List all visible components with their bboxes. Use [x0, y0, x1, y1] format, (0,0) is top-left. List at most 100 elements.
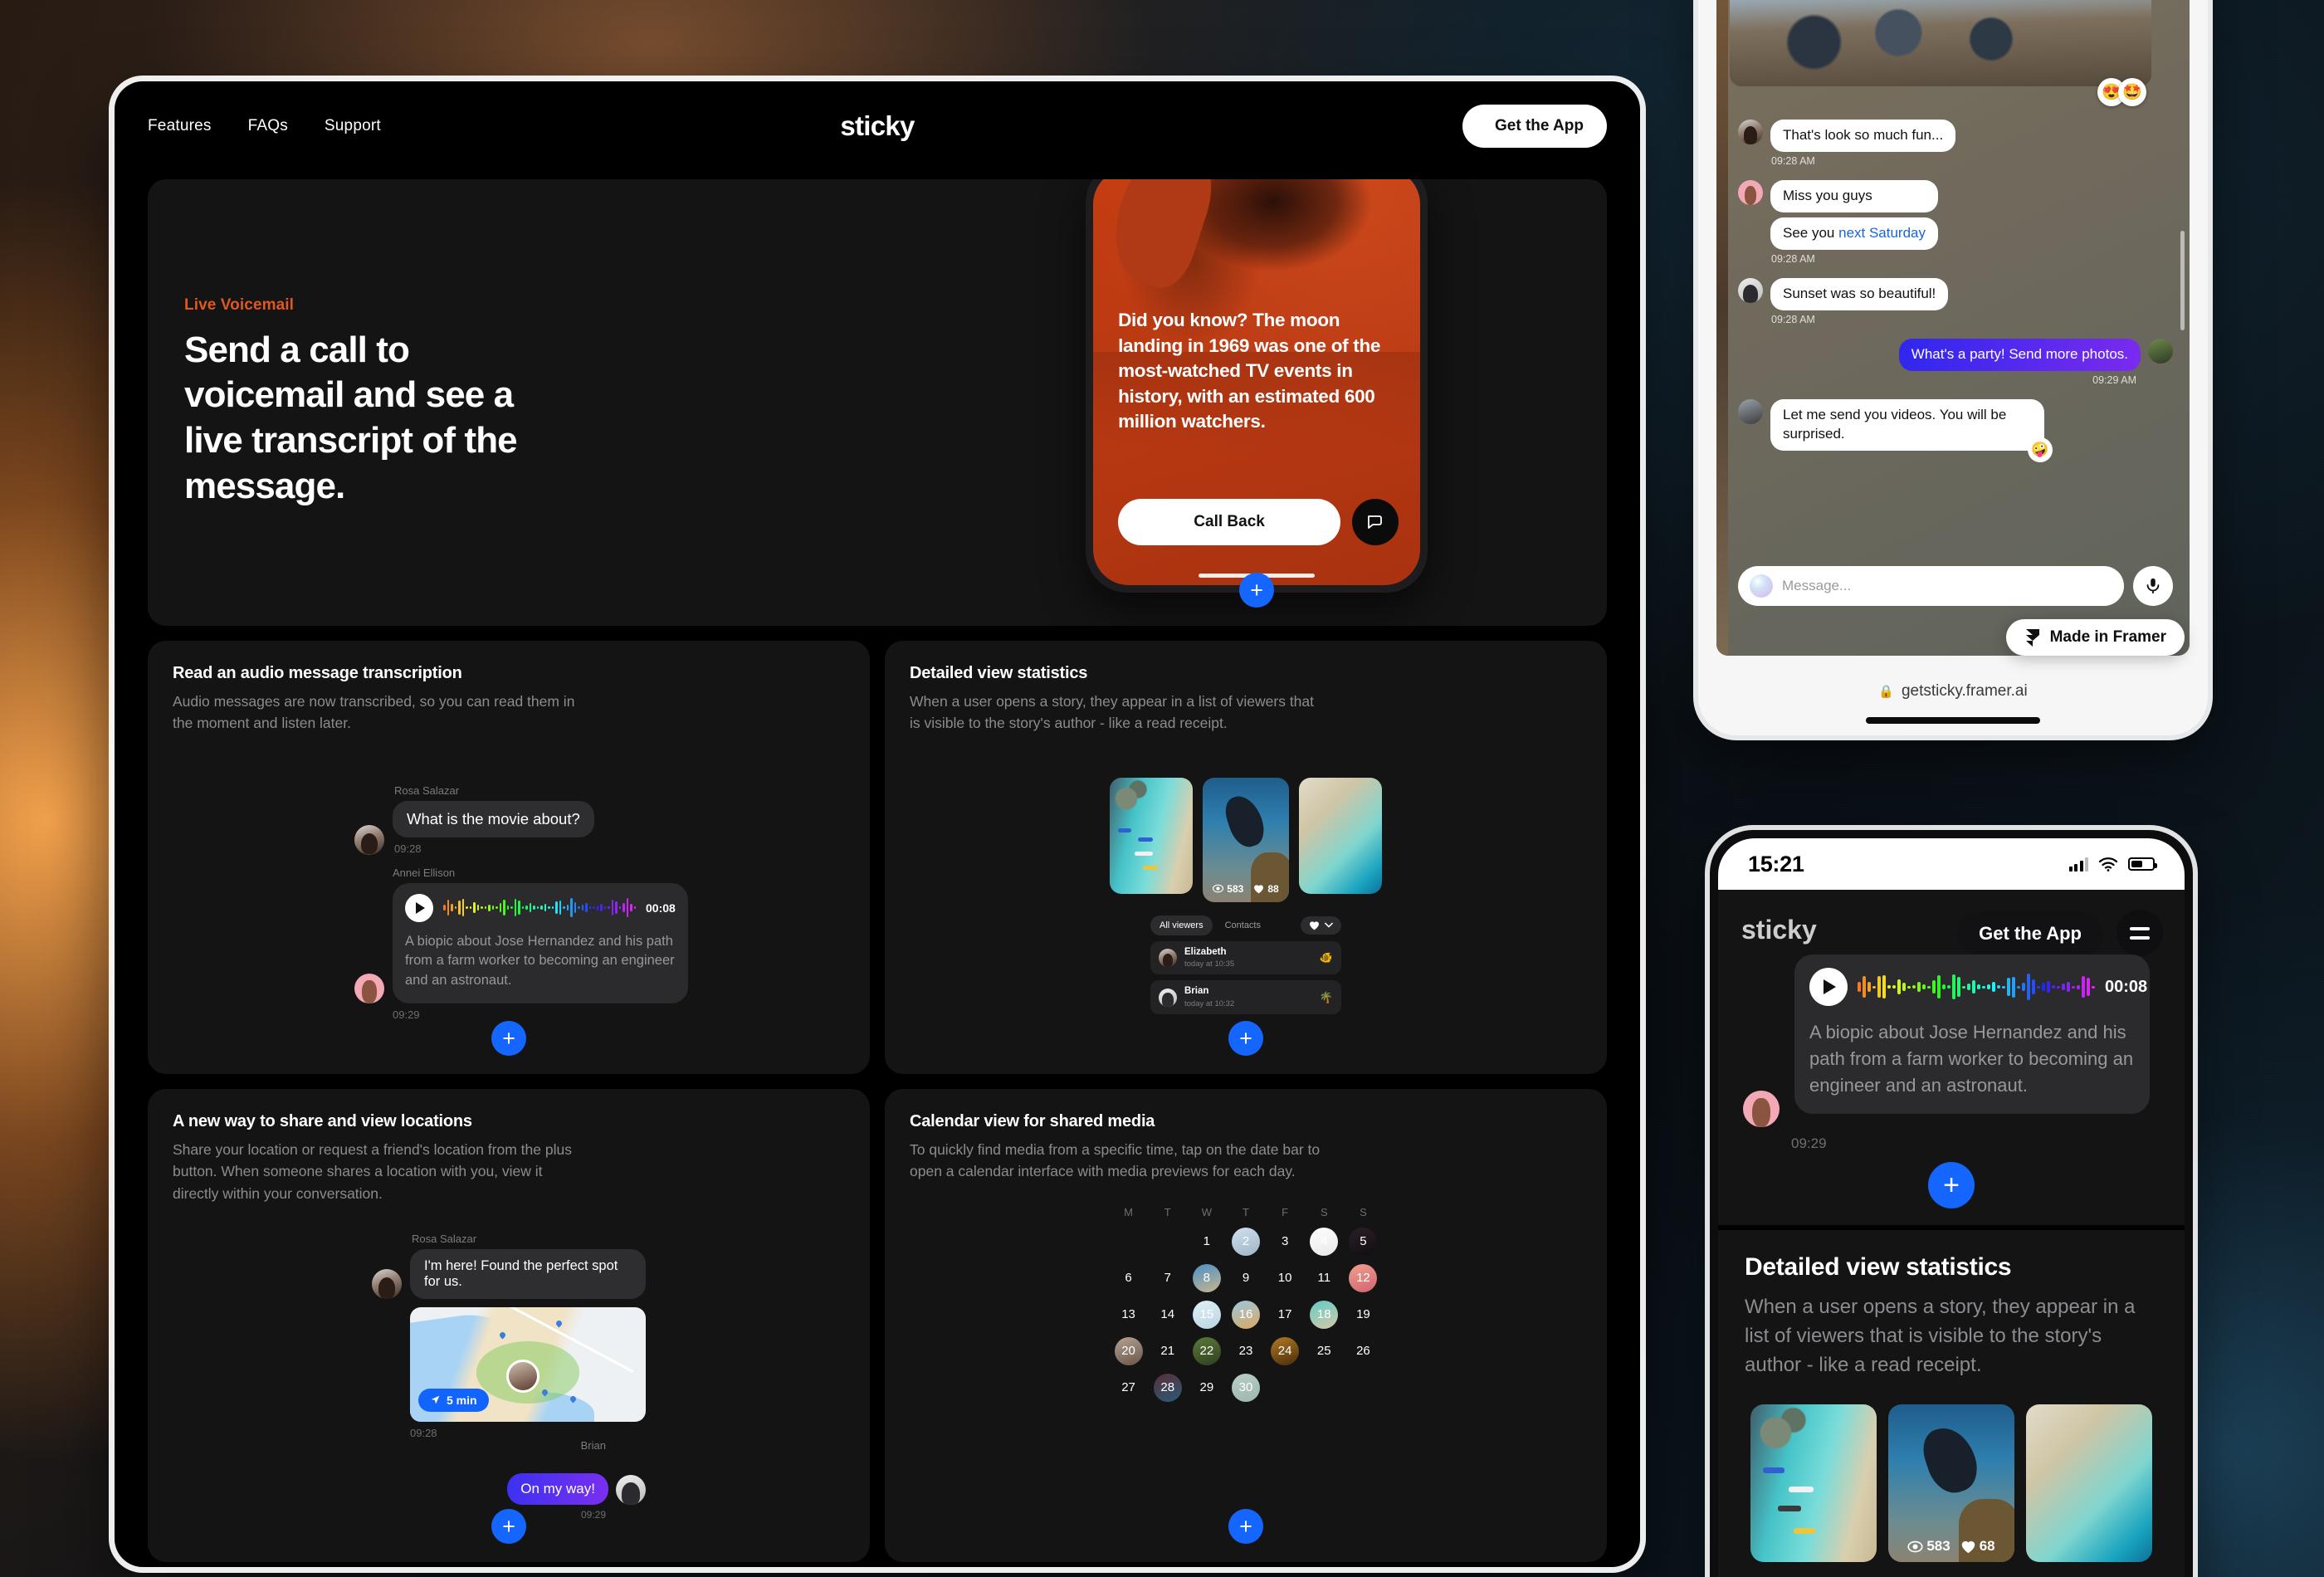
browser-url-bar[interactable]: 🔒 getsticky.framer.ai	[1698, 682, 2208, 701]
calendar-day-cell[interactable]: 2	[1226, 1226, 1265, 1257]
calendar-day-cell[interactable]: 12	[1344, 1262, 1383, 1294]
calendar-day-cell[interactable]: 20	[1109, 1335, 1148, 1367]
nav-link-faqs[interactable]: FAQs	[248, 117, 288, 135]
shared-location-map[interactable]: 5 min	[410, 1306, 646, 1422]
play-button[interactable]	[405, 893, 433, 922]
diver-figure	[1916, 1421, 1984, 1499]
calendar-day-cell[interactable]: 29	[1187, 1372, 1226, 1404]
audio-waveform[interactable]	[1858, 972, 2095, 1002]
calendar-day-number: 24	[1277, 1344, 1292, 1358]
scrollbar[interactable]	[2180, 231, 2185, 330]
calendar-day-number: 20	[1121, 1344, 1135, 1358]
get-the-app-label: Get the App	[1495, 117, 1584, 134]
calendar-day-cell[interactable]: 1	[1187, 1226, 1226, 1257]
calendar-day-cell[interactable]: 9	[1226, 1262, 1265, 1294]
calendar-day-cell[interactable]: 17	[1266, 1299, 1305, 1330]
audio-waveform[interactable]	[443, 897, 636, 919]
hero-eyebrow: Live Voicemail	[184, 295, 294, 314]
calendar-day-number: 25	[1316, 1344, 1331, 1358]
calendar-day-cell[interactable]: 22	[1187, 1335, 1226, 1367]
viewer-reaction-emoji: 🌴	[1319, 990, 1333, 1003]
calendar-day-cell[interactable]: 30	[1226, 1372, 1265, 1404]
shared-photo[interactable]	[1730, 0, 2151, 86]
calendar-day-number: 15	[1199, 1307, 1214, 1321]
reaction-filter-button[interactable]	[1301, 915, 1341, 935]
nav-link-support[interactable]: Support	[325, 117, 381, 135]
calendar-day-cell[interactable]: 6	[1109, 1262, 1148, 1294]
calendar-day-cell[interactable]: 23	[1226, 1335, 1265, 1367]
calendar-day-number: 12	[1356, 1271, 1370, 1285]
feature-expand-button-2[interactable]: +	[1228, 1021, 1263, 1056]
message-icon-button[interactable]	[1352, 499, 1399, 545]
calendar-day-grid: 1 2 3 4 5 6 7 8 9 10 11 12 13 14 15 16 17 18 19 20 21 22 23 24 2…	[1109, 1226, 1383, 1404]
viewer-reaction-emoji: 🐠	[1319, 950, 1333, 964]
made-in-framer-badge[interactable]: Made in Framer	[2005, 619, 2185, 656]
calendar-day-cell[interactable]: 11	[1305, 1262, 1344, 1294]
message-timestamp: 09:29 AM	[2092, 374, 2136, 386]
calendar-day-cell[interactable]: 18	[1305, 1299, 1344, 1330]
calendar-day-cell[interactable]: 19	[1344, 1299, 1383, 1330]
calendar-day-cell[interactable]: 21	[1148, 1335, 1187, 1367]
calendar-day-cell[interactable]: 15	[1187, 1299, 1226, 1330]
photo-reactions[interactable]: 😍 🤩	[2097, 78, 2146, 106]
calendar-day-cell[interactable]: 24	[1266, 1335, 1305, 1367]
reaction-emoji[interactable]: 🤪	[2028, 437, 2053, 462]
get-the-app-button[interactable]: Get the App	[1462, 105, 1607, 148]
message-bubble: That's look so much fun...	[1770, 120, 1956, 152]
calendar-day-cell[interactable]: 3	[1266, 1226, 1305, 1257]
calendar-day-cell[interactable]: 7	[1148, 1262, 1187, 1294]
status-bar-time: 15:21	[1748, 851, 1804, 876]
audio-player: 00:08	[405, 893, 676, 922]
viewer-time: today at 10:35	[1184, 959, 1235, 969]
avatar	[1738, 398, 1763, 424]
avatar	[1738, 179, 1763, 205]
calendar-day-cell[interactable]: 27	[1109, 1372, 1148, 1404]
story-stats: 583 68	[1888, 1538, 2014, 1555]
calendar-day-number: 17	[1277, 1307, 1292, 1321]
hero-expand-button[interactable]: +	[1239, 573, 1275, 608]
play-button[interactable]	[1809, 968, 1848, 1006]
audio-message-bubble: 00:08 A biopic about Jose Hernandez and …	[393, 882, 688, 1004]
calendar-day-cell[interactable]: 4	[1305, 1226, 1344, 1257]
hamburger-menu-button[interactable]	[2116, 910, 2163, 956]
microphone-button[interactable]	[2133, 566, 2173, 606]
nav-link-features[interactable]: Features	[148, 117, 212, 135]
voicemail-screen: Did you know? The moon landing in 1969 w…	[1093, 179, 1421, 585]
calendar-day-cell[interactable]: 26	[1344, 1335, 1383, 1367]
story-thumbnail-diver[interactable]: 583 88	[1203, 777, 1289, 902]
story-thumbnail-diver[interactable]: 583 68	[1888, 1404, 2014, 1563]
calendar-day-number: 27	[1121, 1380, 1135, 1394]
hero-visual: Did you know? The moon landing in 1969 w…	[906, 179, 1607, 626]
eta-badge[interactable]: 5 min	[418, 1388, 489, 1412]
feature-expand-button-3[interactable]: +	[491, 1509, 526, 1544]
calendar-day-cell[interactable]: 5	[1344, 1226, 1383, 1257]
audio-timestamp: 09:29	[1791, 1135, 1827, 1151]
calendar-day-cell[interactable]: 25	[1305, 1335, 1344, 1367]
story-thumbnail-beach[interactable]	[2026, 1404, 2152, 1563]
mobile-get-the-app-button[interactable]: Get the App	[1957, 911, 2103, 956]
calendar-day-cell[interactable]: 14	[1148, 1299, 1187, 1330]
view-count-group: 583	[1213, 883, 1243, 895]
message-link[interactable]: next Saturday	[1838, 225, 1926, 241]
calendar-day-cell[interactable]: 28	[1148, 1372, 1187, 1404]
feature-expand-button-4[interactable]: +	[1228, 1509, 1263, 1544]
voicemail-actions: Call Back	[1118, 499, 1399, 545]
story-thumbnail-boats[interactable]	[1110, 777, 1193, 894]
viewer-list-item[interactable]: Elizabeth today at 10:35 🐠	[1150, 940, 1341, 975]
calendar-day-cell[interactable]: 13	[1109, 1299, 1148, 1330]
tab-all-viewers[interactable]: All viewers	[1150, 915, 1213, 935]
story-thumbnail-boats[interactable]	[1750, 1404, 1877, 1563]
call-back-button[interactable]: Call Back	[1118, 499, 1341, 545]
lock-icon: 🔒	[1878, 685, 1894, 699]
mobile-card-title: Detailed view statistics	[1745, 1253, 2012, 1281]
viewer-list-item[interactable]: Brian today at 10:32 🌴	[1150, 980, 1341, 1015]
calendar-day-cell[interactable]: 16	[1226, 1299, 1265, 1330]
message-row-outgoing: What's a party! Send more photos.	[1738, 338, 2173, 371]
feature-expand-button-1[interactable]: +	[491, 1021, 526, 1056]
calendar-day-cell[interactable]: 10	[1266, 1262, 1305, 1294]
tab-contacts[interactable]: Contacts	[1216, 915, 1270, 935]
calendar-day-cell[interactable]: 8	[1187, 1262, 1226, 1294]
story-thumbnail-beach[interactable]	[1299, 777, 1382, 894]
message-input[interactable]: Message...	[1738, 566, 2124, 606]
mobile-expand-button[interactable]: +	[1928, 1162, 1975, 1208]
